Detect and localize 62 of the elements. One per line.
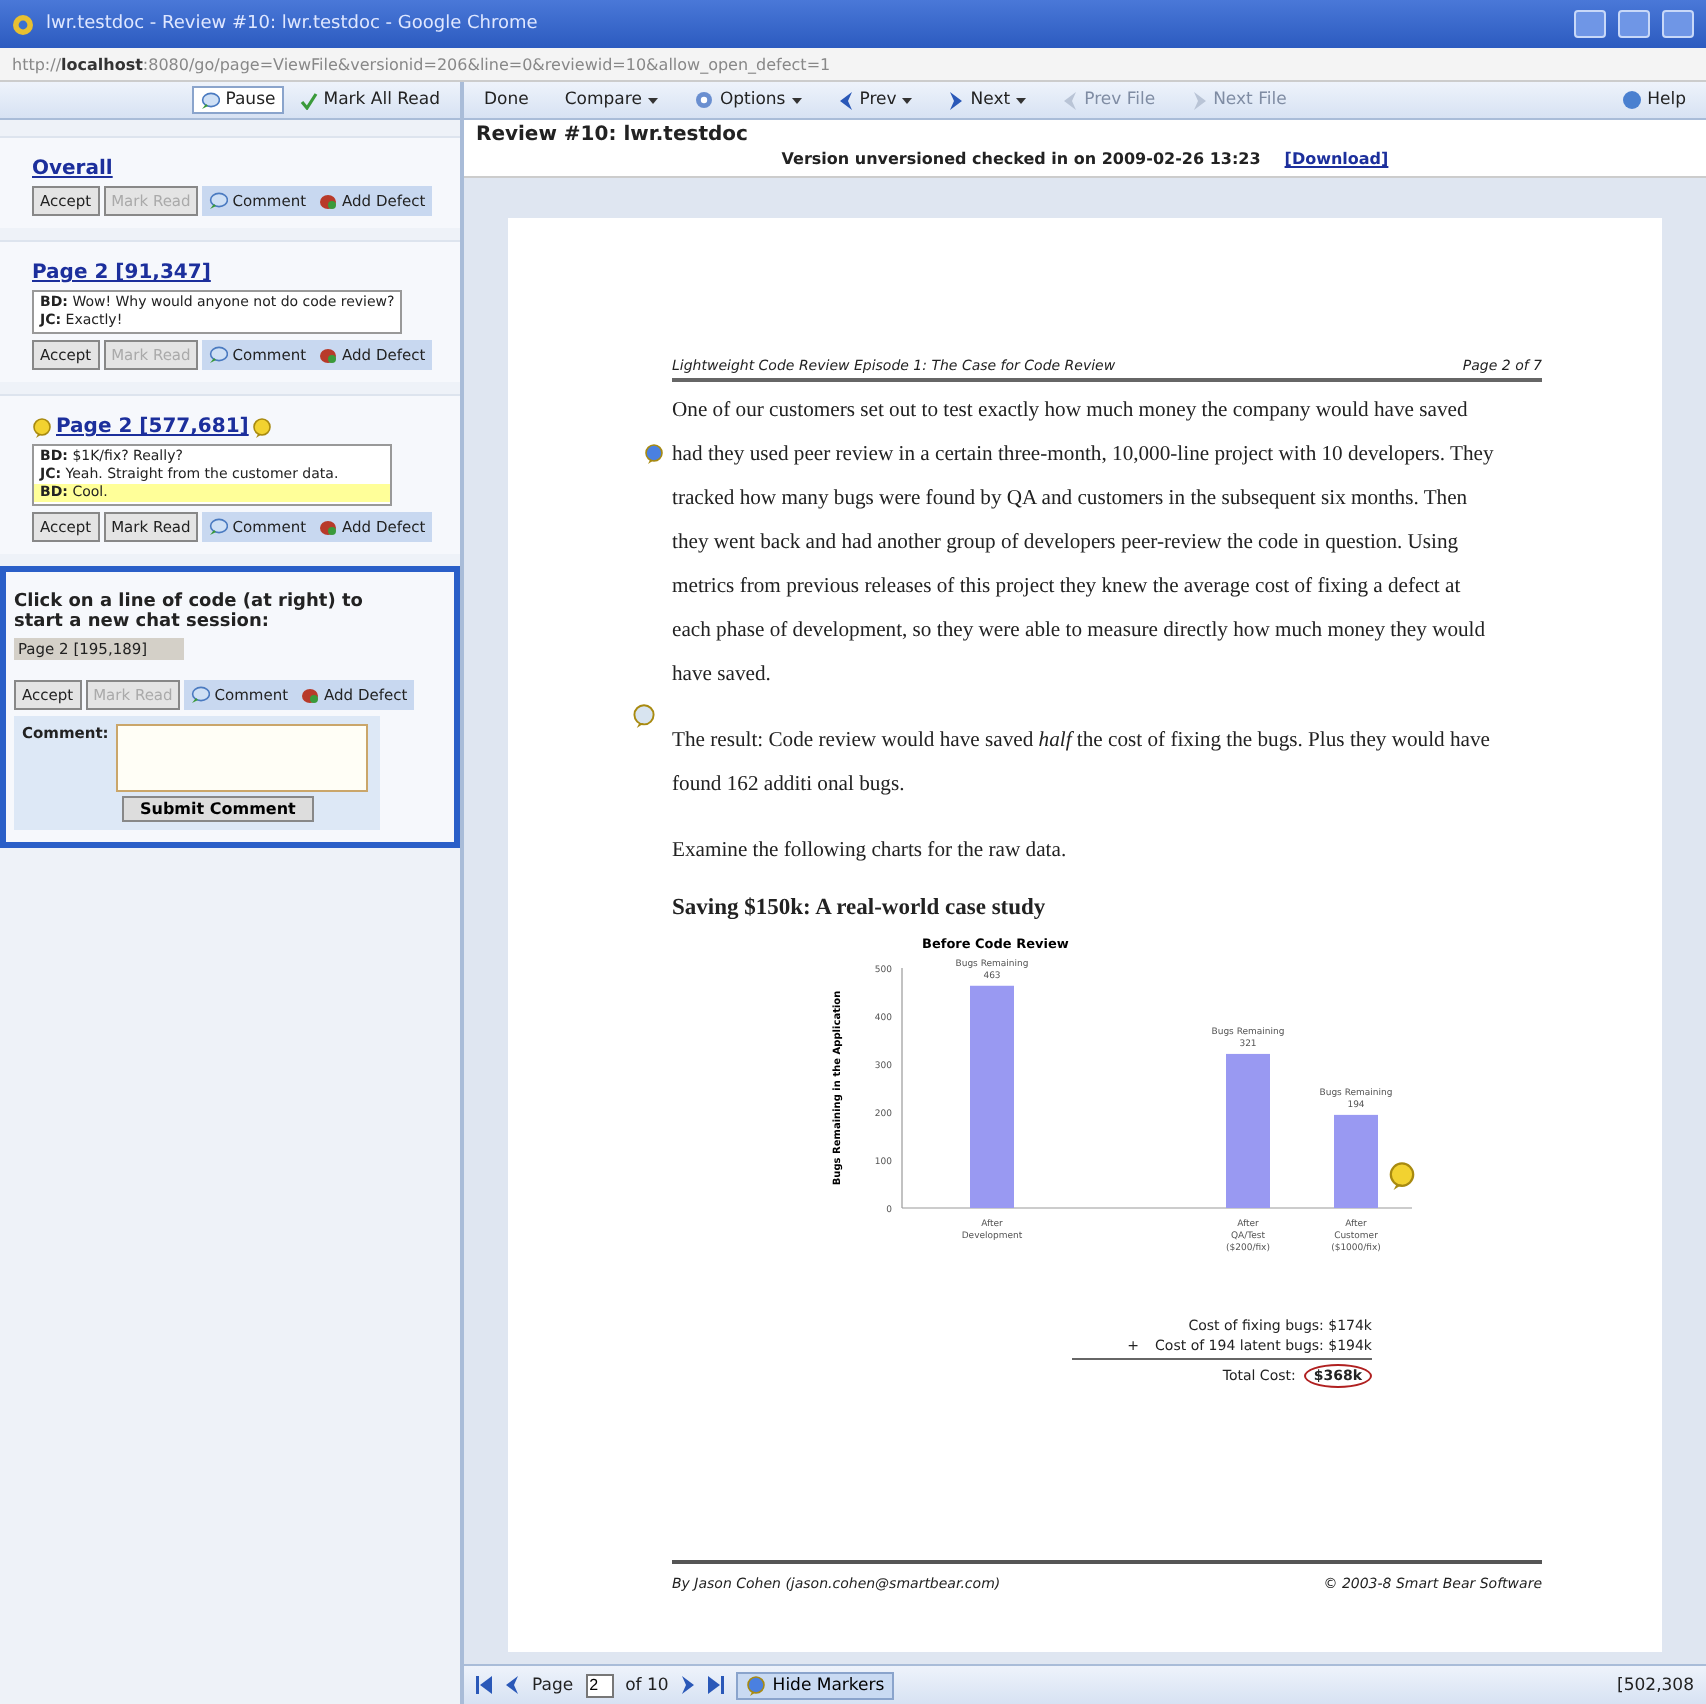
page-label: Page xyxy=(532,1675,574,1695)
window-title: lwr.testdoc - Review #10: lwr.testdoc - Google Chrome xyxy=(46,14,540,34)
review-title: Review #10: lwr.testdoc xyxy=(476,124,750,146)
left-arrow-icon xyxy=(837,91,854,109)
caret-icon xyxy=(647,97,658,103)
caret-icon xyxy=(902,97,913,103)
page-input[interactable]: 2 xyxy=(585,1673,614,1697)
right-arrow-icon xyxy=(680,1676,697,1694)
paragraph: One of our customers set out to test exactly how much money the company would have saved had they used peer review in a certain three-month, 10,000-line project with 10 developers. They tracked how many bugs were found by QA and customers in the subsequent six months. Then they went back and had another group of developers peer-review the code in question. Using metrics from previous releases of this project they knew the average cost of fixing a defect at each phase of development, so they were able to measure directly how much money they would have saved. xyxy=(672,398,1496,690)
thread-link[interactable]: Page 2 [577,681] xyxy=(56,416,249,438)
first-page-icon[interactable] xyxy=(476,1676,492,1694)
bug-icon xyxy=(318,192,339,210)
speech-bubble-icon xyxy=(208,346,229,364)
help-icon xyxy=(1621,90,1642,110)
caret-icon xyxy=(791,97,802,103)
speech-bubble-icon xyxy=(208,192,229,210)
section-heading: Saving $150k: A real-world case study xyxy=(672,896,1048,920)
browser-logo-icon xyxy=(12,13,34,35)
toolbar-button[interactable]: Next xyxy=(940,86,1035,114)
left-arrow-icon xyxy=(1062,91,1079,109)
bar xyxy=(1334,1114,1378,1208)
marker-pin-icon xyxy=(644,444,664,464)
close-button[interactable] xyxy=(1662,10,1694,38)
toolbar-button[interactable]: Options xyxy=(685,86,810,114)
caret-icon xyxy=(1016,97,1027,103)
download-link[interactable]: [Download] xyxy=(1284,150,1389,168)
coordinates-readout: [502,308 xyxy=(1617,1675,1694,1695)
left-arrow-icon xyxy=(504,1676,520,1694)
new-chat-prompt: Click on a line of code (at right) to start a new chat session: xyxy=(14,592,365,632)
address-bar[interactable]: http://localhost:8080/go/page=ViewFile&versionid=206&line=0&reviewid=10&allow_open_defect=1 xyxy=(0,48,1706,82)
submit-comment-button[interactable]: Submit Comment xyxy=(122,796,314,822)
help-button[interactable]: Help xyxy=(1613,86,1694,114)
bug-icon xyxy=(318,518,339,536)
comment-input[interactable] xyxy=(116,724,369,792)
paragraph: The result: Code review would have saved half the cost of fixing the bugs. Plus they would have found 162 additi onal bugs. xyxy=(672,728,1492,800)
last-page-icon[interactable] xyxy=(708,1676,725,1694)
marker-pin-icon xyxy=(1388,1162,1416,1190)
maximize-button[interactable] xyxy=(1618,10,1650,38)
toolbar-button[interactable]: Done xyxy=(476,86,537,114)
marker-pin-icon xyxy=(632,704,656,728)
speech-bubble-icon xyxy=(208,518,229,536)
bug-icon xyxy=(318,346,339,364)
right-arrow-icon xyxy=(1191,91,1208,109)
marker-icon xyxy=(746,1675,767,1695)
toolbar-button[interactable]: Pause xyxy=(191,86,284,114)
speech-bubble-icon xyxy=(190,686,211,704)
gear-icon xyxy=(693,90,714,110)
toolbar-button[interactable]: Prev xyxy=(829,86,921,114)
thread-link[interactable]: Page 2 [91,347] xyxy=(32,262,211,284)
check-icon xyxy=(299,91,318,109)
paragraph: Examine the following charts for the raw data. xyxy=(672,838,1069,866)
minimize-button[interactable] xyxy=(1574,10,1606,38)
version-status: Version unversioned checked in on 2009-02-26 13:23 xyxy=(781,150,1261,168)
toolbar-button[interactable]: Compare xyxy=(556,86,666,114)
hide-markers-button[interactable]: Hide Markers xyxy=(736,1671,895,1699)
url-text: http://localhost:8080/go/page=ViewFile&versionid=206&line=0&reviewid=10&allow_open_defect=1 xyxy=(12,55,831,73)
toolbar-button[interactable]: Mark All Read xyxy=(291,86,448,114)
speech-bubble-icon xyxy=(199,91,220,109)
thread-link[interactable]: Overall xyxy=(32,158,113,180)
page-count: of 10 xyxy=(625,1675,669,1695)
right-arrow-icon xyxy=(948,91,965,109)
bug-icon xyxy=(300,686,321,704)
